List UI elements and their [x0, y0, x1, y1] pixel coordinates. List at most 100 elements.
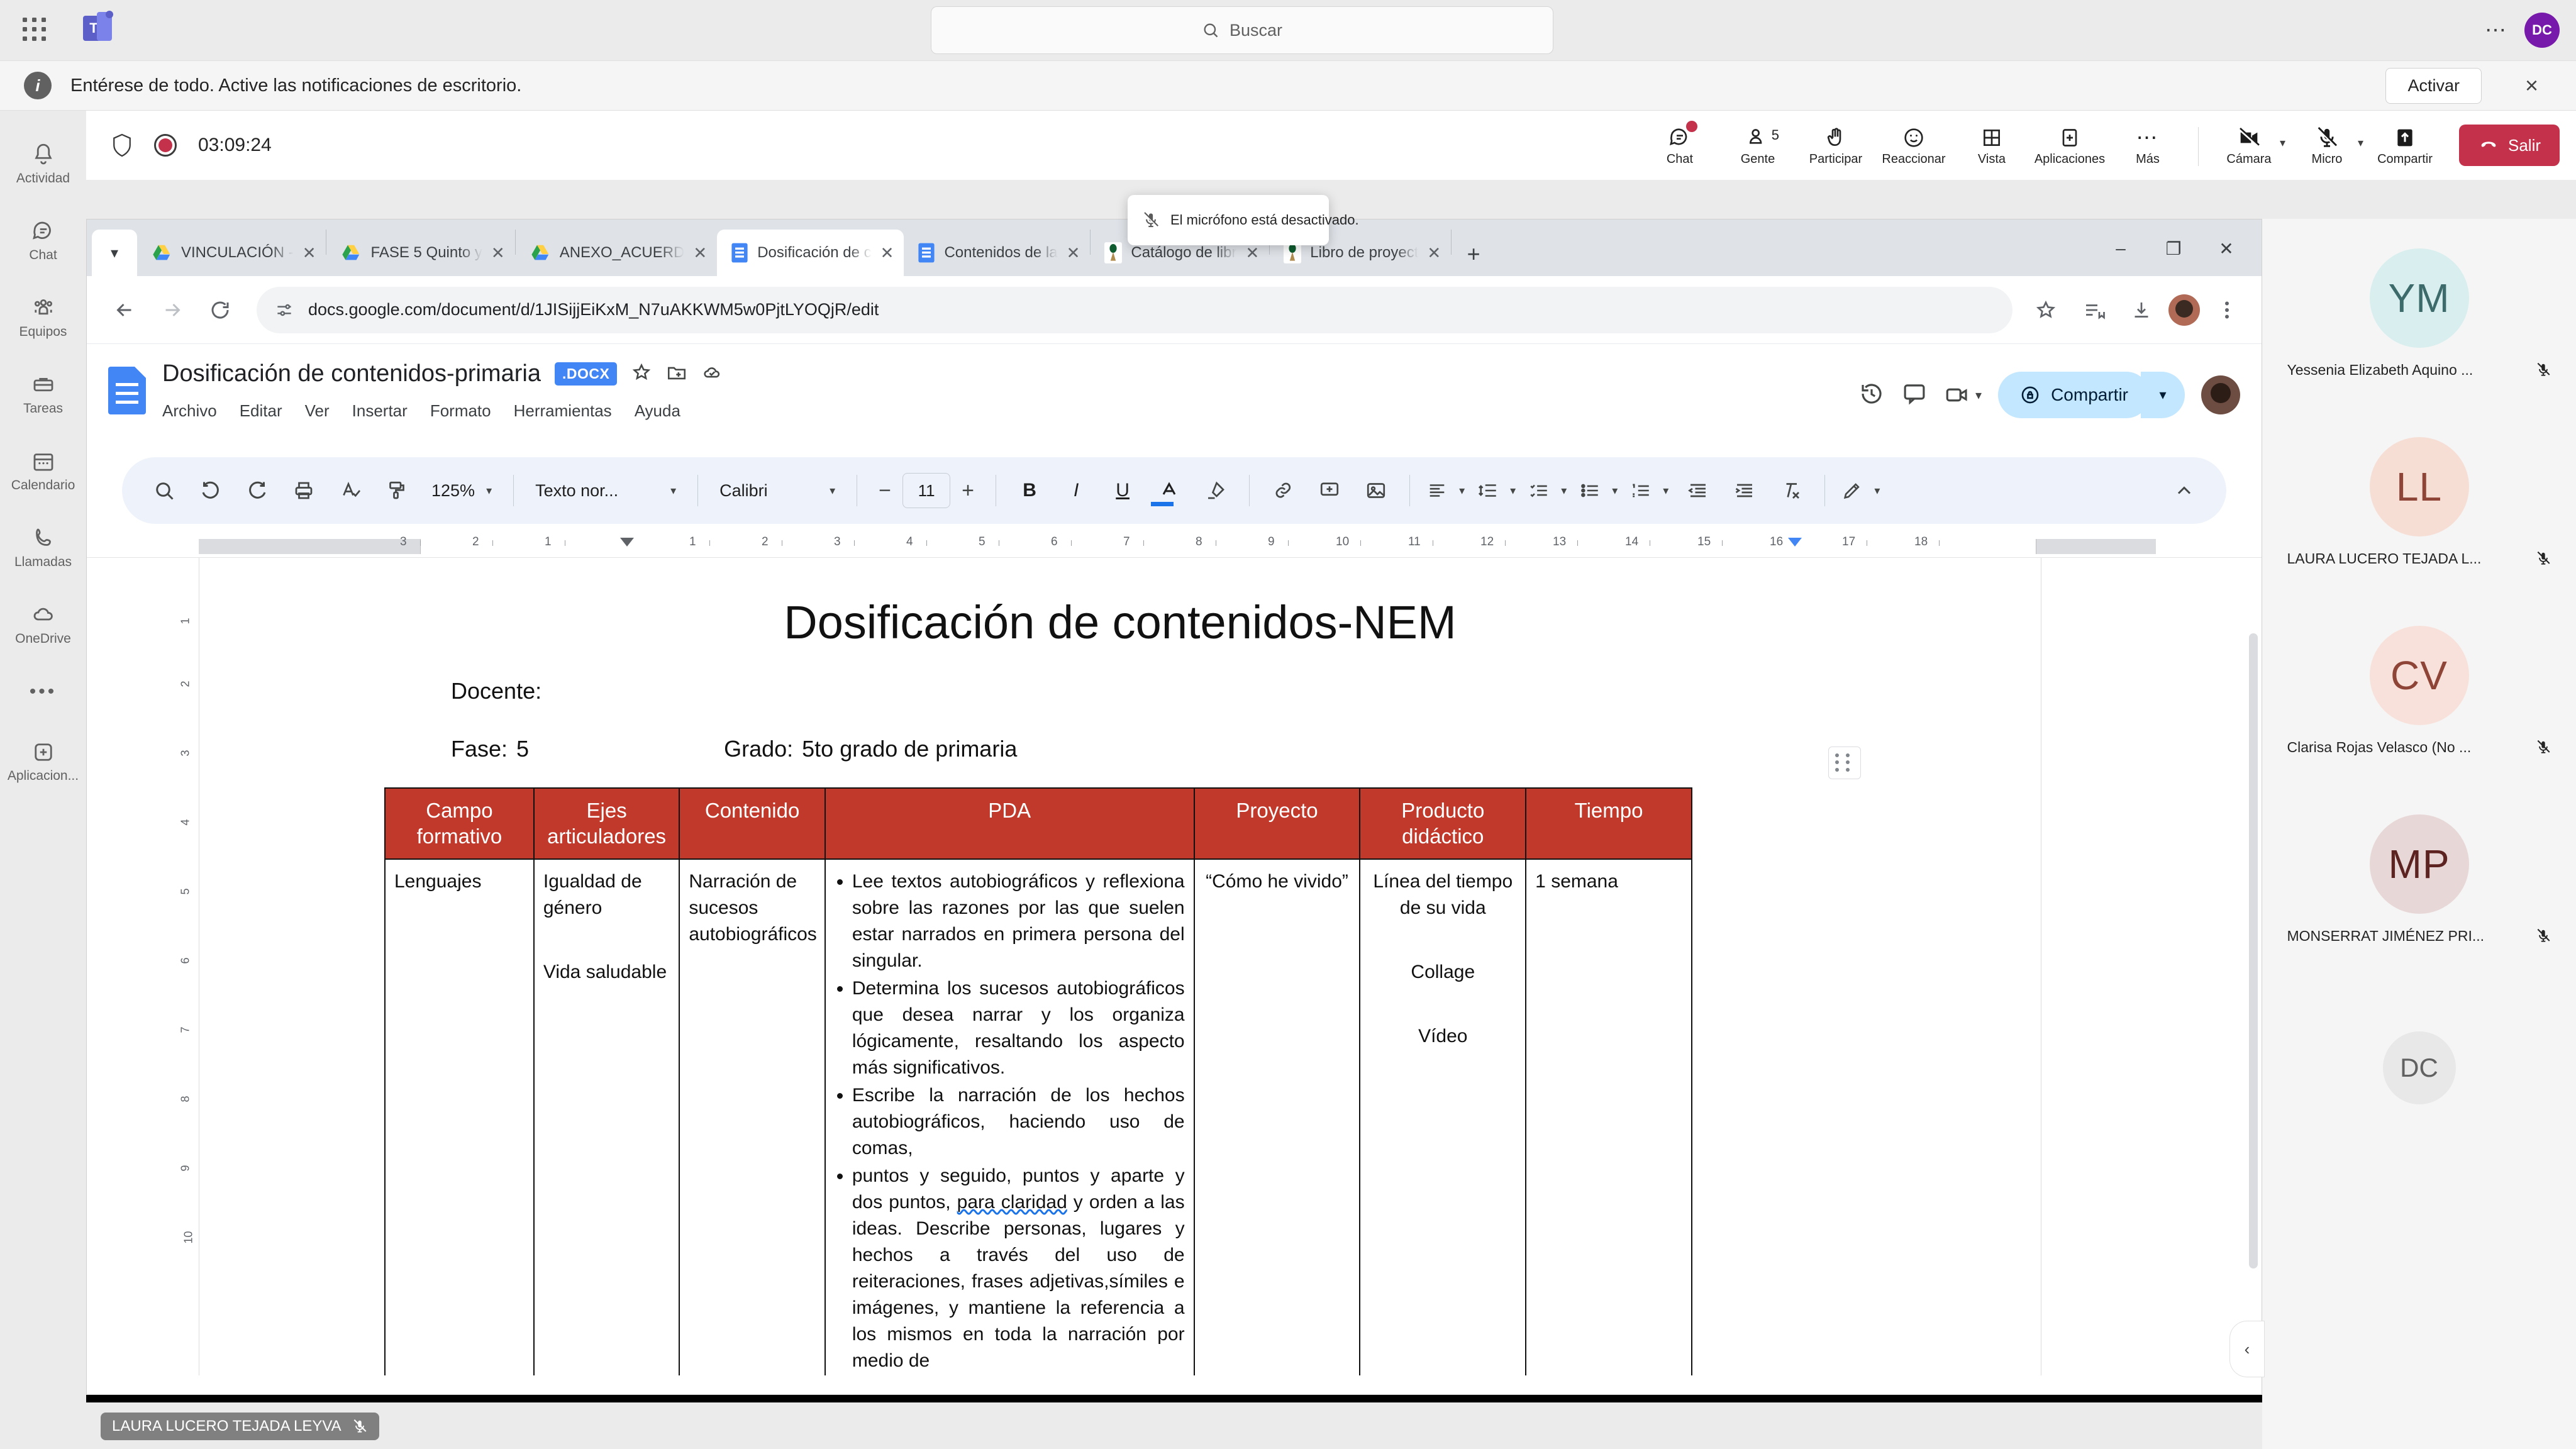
back-button[interactable] — [101, 286, 148, 334]
add-comment-icon[interactable] — [1306, 467, 1353, 514]
document-page[interactable]: Dosificación de contenidos-NEM Docente: … — [199, 558, 2041, 1375]
line-spacing-dropdown[interactable]: ▾ — [1471, 467, 1522, 514]
indent-decrease-icon[interactable] — [1675, 467, 1721, 514]
participant-tile[interactable]: YM Yessenia Elizabeth Aquino ... — [2262, 219, 2576, 408]
people-button[interactable]: 5 Gente — [1719, 111, 1797, 180]
reload-button[interactable] — [196, 286, 244, 334]
close-icon[interactable]: ✕ — [1245, 245, 1259, 261]
star-icon[interactable] — [631, 362, 652, 386]
highlight-icon[interactable] — [1192, 467, 1239, 514]
search-icon[interactable] — [141, 467, 187, 514]
chevron-up-icon[interactable] — [2161, 467, 2207, 514]
view-button[interactable]: Vista — [1953, 111, 2031, 180]
minimize-button[interactable]: – — [2094, 231, 2147, 266]
browser-tab[interactable]: FASE 5 Quinto y ✕ — [326, 230, 514, 276]
menu-formato[interactable]: Formato — [430, 401, 491, 421]
comment-icon[interactable] — [1901, 380, 1928, 410]
bold-button[interactable]: B — [1006, 467, 1053, 514]
history-icon[interactable] — [1858, 380, 1885, 410]
new-tab-button[interactable]: + — [1452, 232, 1496, 276]
maximize-button[interactable]: ❐ — [2147, 231, 2200, 266]
profile-avatar-icon[interactable] — [2168, 294, 2200, 326]
menu-insertar[interactable]: Insertar — [352, 401, 408, 421]
dosificacion-table[interactable]: Campo formativo Ejes articuladores Conte… — [384, 787, 1692, 1375]
cloud-saved-icon[interactable] — [701, 362, 723, 386]
page-title[interactable]: Dosificación de contenidos-primaria — [162, 360, 541, 387]
paint-format-icon[interactable] — [374, 467, 420, 514]
zoom-dropdown[interactable]: 125% ▾ — [420, 467, 503, 514]
clear-formatting-icon[interactable] — [1768, 467, 1814, 514]
topbar-more-icon[interactable]: ⋯ — [2485, 18, 2508, 43]
right-indent-marker[interactable] — [1788, 538, 1802, 547]
text-color-icon[interactable] — [1146, 467, 1192, 514]
menu-ver[interactable]: Ver — [305, 401, 330, 421]
sidebar-item-tareas[interactable]: Tareas — [0, 355, 86, 431]
download-icon[interactable] — [2121, 289, 2162, 331]
share-button[interactable]: Compartir — [1998, 372, 2150, 418]
apps-button[interactable]: Aplicaciones — [2031, 111, 2109, 180]
close-icon[interactable]: × — [2525, 74, 2538, 97]
sidebar-item-calendario[interactable]: Calendario — [0, 431, 86, 508]
bookmark-star-icon[interactable] — [2025, 289, 2067, 331]
kebab-menu-icon[interactable] — [2206, 289, 2248, 331]
collapse-panel-chevron-icon[interactable]: ‹ — [2229, 1321, 2265, 1377]
tune-icon[interactable] — [274, 300, 294, 320]
mic-button[interactable]: ▾ Micro — [2288, 111, 2366, 180]
close-icon[interactable]: ✕ — [693, 245, 707, 261]
font-size-decrease-button[interactable]: − — [867, 467, 902, 514]
share-dropdown-chevron-icon[interactable]: ▾ — [2141, 372, 2185, 418]
close-window-button[interactable]: ✕ — [2200, 231, 2253, 266]
sidebar-item-chat[interactable]: Chat — [0, 201, 86, 278]
menu-ayuda[interactable]: Ayuda — [635, 401, 680, 421]
checklist-dropdown[interactable]: ▾ — [1522, 467, 1573, 514]
close-icon[interactable]: ✕ — [880, 245, 894, 261]
sidebar-item-actividad[interactable]: Actividad — [0, 125, 86, 201]
chat-button[interactable]: Chat — [1641, 111, 1719, 180]
sidebar-item-equipos[interactable]: Equipos — [0, 278, 86, 355]
table-move-handle[interactable] — [1828, 747, 1861, 779]
redo-icon[interactable] — [234, 467, 280, 514]
share-button[interactable]: Compartir — [2366, 111, 2444, 180]
font-size-input[interactable]: 11 — [902, 473, 951, 508]
search-input[interactable]: Buscar — [931, 6, 1553, 54]
align-dropdown[interactable]: ▾ — [1420, 467, 1471, 514]
editing-mode-dropdown[interactable]: ▾ — [1835, 467, 1886, 514]
close-icon[interactable]: ✕ — [303, 245, 316, 261]
participant-tile-self[interactable]: DC — [2262, 974, 2576, 1162]
browser-tab[interactable]: Contenidos de la ✕ — [904, 230, 1090, 276]
participant-tile[interactable]: LL LAURA LUCERO TEJADA L... — [2262, 408, 2576, 596]
menu-herramientas[interactable]: Herramientas — [514, 401, 612, 421]
search-field-wrapper[interactable]: Buscar — [931, 6, 1553, 54]
camera-button[interactable]: ▾ Cámara — [2210, 111, 2288, 180]
chevron-down-icon[interactable]: ▾ — [2358, 136, 2363, 150]
numbered-list-dropdown[interactable]: ▾ — [1624, 467, 1675, 514]
indent-increase-icon[interactable] — [1721, 467, 1768, 514]
chevron-down-icon[interactable]: ▾ — [2280, 136, 2285, 150]
docs-ruler[interactable]: 3 2 1 1 2 3 4 5 6 7 8 9 10 11 12 13 14 1… — [87, 535, 2262, 558]
document-scrollbar[interactable] — [2249, 633, 2258, 1269]
avatar[interactable] — [2201, 375, 2240, 414]
print-icon[interactable] — [280, 467, 327, 514]
tab-search-chevron-icon[interactable]: ▾ — [92, 230, 137, 276]
menu-editar[interactable]: Editar — [240, 401, 282, 421]
menu-archivo[interactable]: Archivo — [162, 401, 217, 421]
chevron-down-icon[interactable]: ▾ — [1975, 387, 1982, 403]
sidebar-item-aplicaciones[interactable]: Aplicacion... — [0, 722, 86, 799]
avatar[interactable]: DC — [2524, 13, 2560, 48]
browser-tab-active[interactable]: Dosificación de c ✕ — [717, 230, 904, 276]
font-size-increase-button[interactable]: + — [950, 467, 985, 514]
close-icon[interactable]: ✕ — [1427, 245, 1441, 261]
rail-more-icon[interactable]: ••• — [30, 662, 57, 722]
underline-button[interactable]: U — [1099, 467, 1146, 514]
sidebar-item-llamadas[interactable]: Llamadas — [0, 508, 86, 585]
forward-button[interactable] — [148, 286, 196, 334]
participant-tile[interactable]: MP MONSERRAT JIMÉNEZ PRI... — [2262, 785, 2576, 974]
close-icon[interactable]: ✕ — [491, 245, 505, 261]
move-folder-icon[interactable] — [666, 362, 687, 386]
activate-notifications-button[interactable]: Activar — [2385, 67, 2482, 104]
raise-hand-button[interactable]: Participar — [1797, 111, 1875, 180]
react-button[interactable]: Reaccionar — [1875, 111, 1953, 180]
video-camera-icon[interactable]: ▾ — [1944, 382, 1982, 408]
more-button[interactable]: ⋯ Más — [2109, 111, 2187, 180]
undo-icon[interactable] — [187, 467, 234, 514]
